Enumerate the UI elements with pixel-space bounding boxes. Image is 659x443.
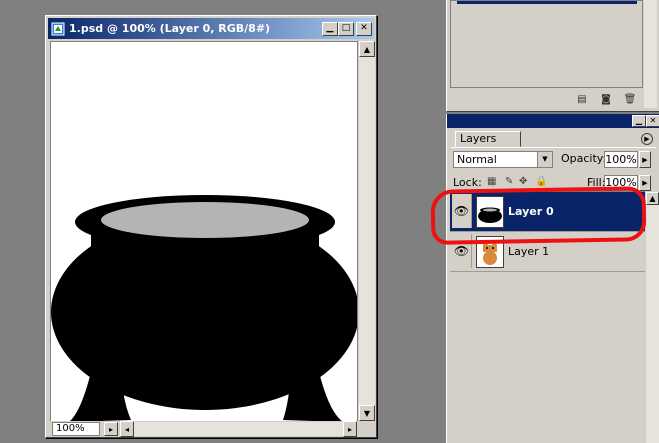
layer-row-layer-0[interactable]: 👁 Layer 0: [450, 192, 645, 232]
document-titlebar[interactable]: 1.psd @ 100% (Layer 0, RGB/8#) ▁ □ ✕: [48, 18, 374, 39]
history-panel-toolbar: ▤ ◙ 🗑: [450, 92, 643, 108]
blend-mode-select[interactable]: Normal ▼: [453, 151, 553, 168]
scroll-right-button[interactable]: ▸: [343, 421, 357, 437]
fill-field[interactable]: 100%: [604, 175, 638, 191]
history-scrollbar[interactable]: [644, 0, 657, 108]
cauldron-opening: [101, 202, 309, 238]
opacity-field[interactable]: 100%: [604, 151, 638, 168]
layer-name[interactable]: Layer 0: [508, 205, 554, 218]
status-menu-button[interactable]: ▸: [104, 422, 118, 436]
document-window[interactable]: 1.psd @ 100% (Layer 0, RGB/8#) ▁ □ ✕ ▲ ▼…: [45, 15, 377, 438]
layer-name[interactable]: Layer 1: [508, 245, 549, 258]
image-canvas[interactable]: [50, 41, 358, 435]
trash-icon[interactable]: 🗑: [623, 94, 637, 106]
layers-scroll-up-button[interactable]: ▲: [646, 192, 659, 205]
lock-transparency-icon[interactable]: ▦: [487, 176, 496, 187]
scroll-down-button[interactable]: ▼: [359, 405, 375, 421]
history-panel-content: [450, 0, 643, 88]
layers-panel: ▁ ✕ Layers ▶ Normal ▼ Opacity: 100% ▶ Lo…: [446, 114, 659, 443]
window-controls: ▁ □ ✕: [322, 21, 372, 36]
opacity-slider-button[interactable]: ▶: [639, 151, 651, 168]
lock-position-icon[interactable]: ✥: [519, 176, 527, 187]
history-panel: ▤ ◙ 🗑: [446, 0, 659, 112]
document-title: 1.psd @ 100% (Layer 0, RGB/8#): [69, 22, 271, 35]
lock-all-icon[interactable]: 🔒: [535, 176, 547, 187]
opacity-label: Opacity:: [561, 152, 607, 165]
layer-thumbnail-pot[interactable]: [476, 196, 504, 228]
layer-list: 👁 Layer 0 👁 Layer 1: [450, 191, 645, 443]
tab-layers[interactable]: Layers: [455, 131, 521, 147]
document-vertical-scrollbar[interactable]: ▲ ▼: [359, 41, 375, 421]
layers-panel-titlebar[interactable]: ▁ ✕: [447, 114, 659, 128]
eye-icon[interactable]: 👁: [452, 234, 472, 268]
document-horizontal-scrollbar[interactable]: ◂ ▸: [120, 421, 357, 437]
new-snapshot-icon[interactable]: ◙: [599, 94, 613, 106]
maximize-button[interactable]: □: [338, 21, 354, 36]
selected-history-row[interactable]: [457, 1, 637, 4]
fill-slider-button[interactable]: ▶: [639, 175, 651, 191]
zoom-field[interactable]: 100%: [52, 422, 100, 436]
photoshop-doc-icon: [51, 22, 65, 35]
panel-minimize-button[interactable]: ▁: [632, 115, 646, 127]
scroll-left-button[interactable]: ◂: [120, 421, 134, 437]
minimize-button[interactable]: ▁: [322, 21, 338, 36]
pot-thumbnail-icon: [478, 207, 502, 223]
scroll-up-button[interactable]: ▲: [359, 41, 375, 57]
cauldron-artwork: [51, 195, 357, 422]
fill-label: Fill:: [587, 176, 606, 189]
lock-label: Lock:: [453, 176, 482, 189]
document-status-bar: 100% ▸ ◂ ▸: [50, 421, 375, 437]
layer-thumbnail-cat[interactable]: [476, 236, 504, 268]
lock-image-icon[interactable]: ✎: [505, 176, 513, 187]
cat-thumbnail-icon: [477, 237, 503, 267]
blend-mode-value: Normal: [457, 153, 497, 166]
new-document-icon[interactable]: ▤: [575, 94, 589, 106]
close-button[interactable]: ✕: [356, 21, 372, 36]
layers-scrollbar[interactable]: ▲: [646, 192, 659, 443]
eye-icon[interactable]: 👁: [452, 194, 472, 228]
panel-close-button[interactable]: ✕: [646, 115, 659, 127]
panel-menu-arrow-icon[interactable]: ▶: [641, 133, 653, 145]
layer-row-layer-1[interactable]: 👁 Layer 1: [450, 232, 645, 272]
chevron-down-icon[interactable]: ▼: [537, 152, 552, 167]
tab-divider: [451, 147, 656, 148]
